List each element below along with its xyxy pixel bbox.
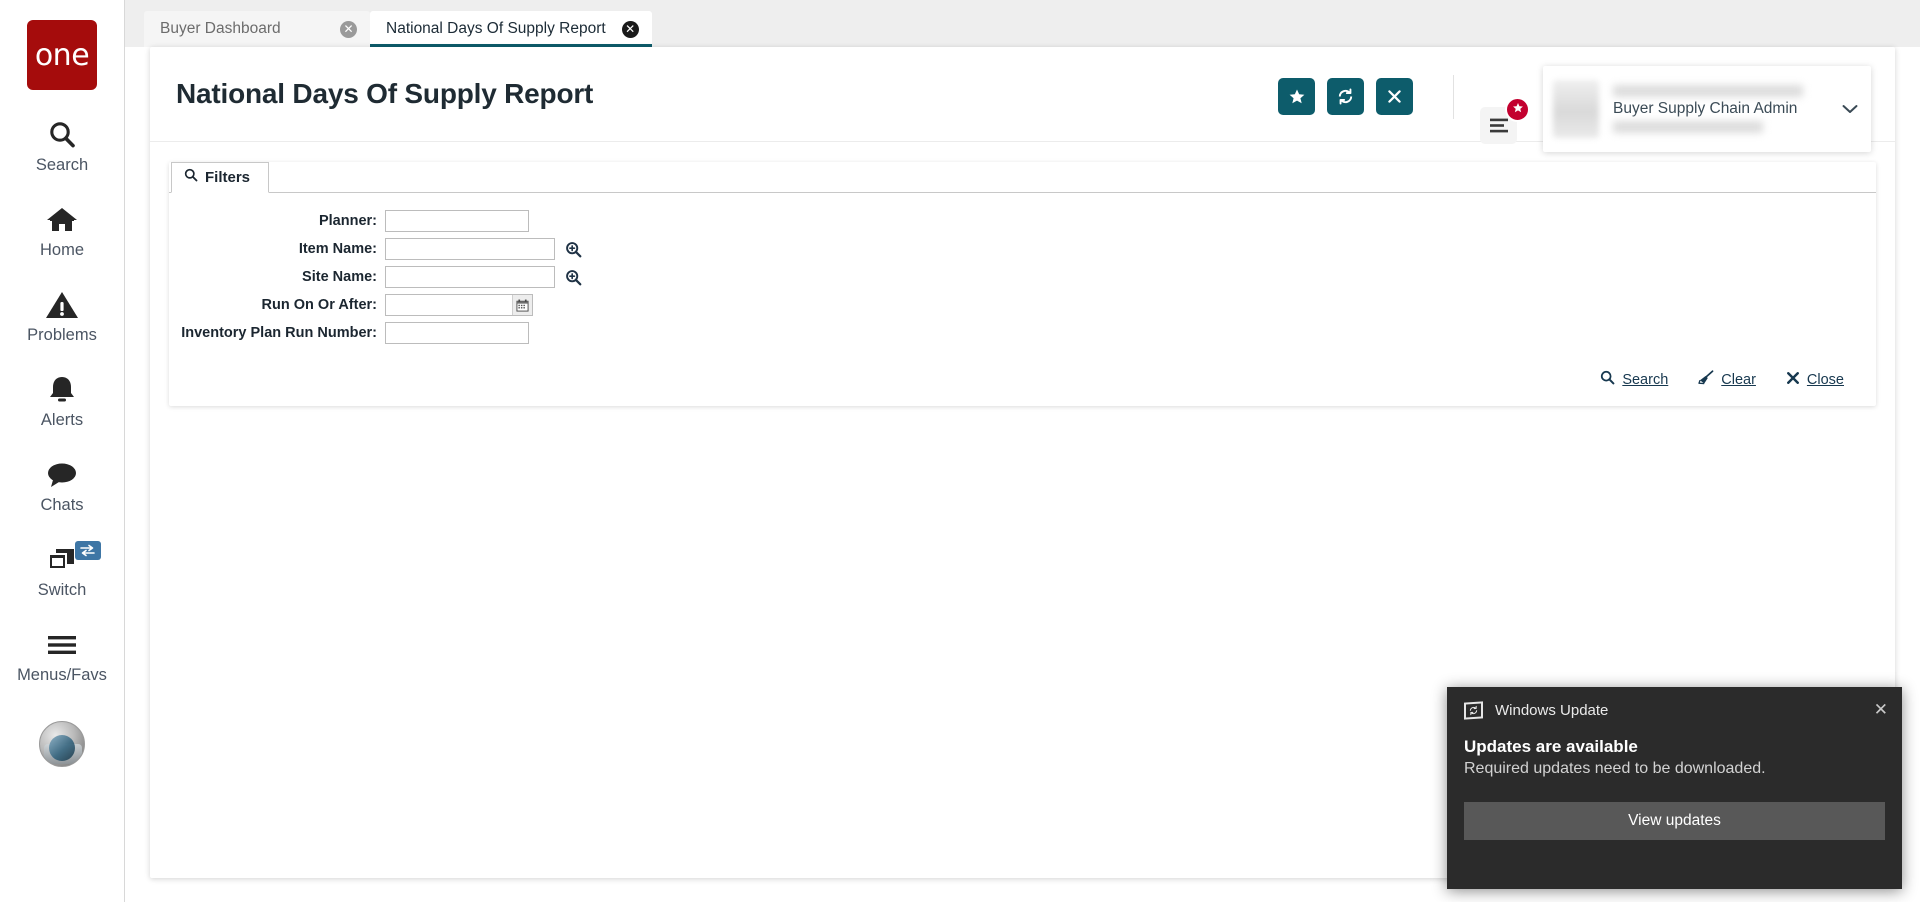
item-name-input[interactable]	[385, 238, 555, 260]
sidebar-item-chats[interactable]: Chats	[0, 456, 125, 515]
magnifier-plus-icon[interactable]	[565, 269, 582, 286]
sidebar-item-search[interactable]: Search	[0, 116, 125, 175]
field-row-run-on-or-after: Run On Or After:	[169, 294, 1876, 316]
site-name-input[interactable]	[385, 266, 555, 288]
notification-subtitle: Required updates need to be downloaded.	[1464, 760, 1766, 777]
user-account-menu[interactable]: Buyer Supply Chain Admin	[1543, 66, 1871, 152]
page-header: National Days Of Supply Report Buyer Sup…	[150, 47, 1895, 152]
run-on-or-after-input[interactable]	[385, 294, 533, 316]
star-icon	[1512, 101, 1524, 119]
label-item-name: Item Name:	[298, 241, 377, 257]
tab-label: Buyer Dashboard	[160, 20, 281, 37]
sidebar-item-menus-favs[interactable]: Menus/Favs	[0, 626, 125, 685]
logo-text: one	[34, 37, 90, 73]
field-row-item-name: Item Name:	[169, 238, 1876, 260]
browser-tab-strip: Buyer Dashboard ✕ National Days Of Suppl…	[125, 0, 1920, 47]
date-field-wrapper	[385, 294, 533, 316]
search-icon	[1600, 370, 1615, 390]
search-icon	[46, 116, 78, 154]
favorite-button[interactable]	[1278, 78, 1315, 115]
close-circle-icon[interactable]: ✕	[621, 20, 639, 38]
refresh-button[interactable]	[1327, 78, 1364, 115]
user-org-redacted	[1613, 121, 1763, 133]
label-run-on-or-after: Run On Or After:	[261, 297, 377, 313]
close-link[interactable]: Close	[1786, 371, 1844, 390]
one-network-logo[interactable]: one	[27, 20, 97, 90]
left-navigation-rail: one Search Home Problems Alerts Chats Sw…	[0, 0, 125, 902]
inventory-plan-run-number-input[interactable]	[385, 322, 529, 344]
windows-update-notification: Windows Update ✕ Updates are available R…	[1447, 687, 1902, 889]
close-icon[interactable]: ✕	[1874, 700, 1888, 720]
tab-national-days-of-supply-report[interactable]: National Days Of Supply Report ✕	[370, 11, 652, 47]
search-link[interactable]: Search	[1600, 370, 1668, 390]
broom-icon	[1698, 370, 1714, 390]
notification-app-title: Windows Update	[1495, 701, 1609, 719]
sidebar-label-problems: Problems	[27, 326, 97, 344]
swap-arrows-icon[interactable]	[74, 541, 101, 560]
field-row-site-name: Site Name:	[169, 266, 1876, 288]
avatar-shape-foreground	[49, 735, 75, 761]
sidebar-label-menus-favs: Menus/Favs	[17, 666, 107, 684]
label-planner: Planner:	[318, 213, 377, 229]
warning-triangle-icon	[45, 286, 79, 324]
sidebar-item-home[interactable]: Home	[0, 201, 125, 260]
sidebar-item-problems[interactable]: Problems	[0, 286, 125, 345]
sidebar-label-home: Home	[39, 241, 84, 259]
user-info: Buyer Supply Chain Admin	[1613, 85, 1829, 133]
calendar-icon[interactable]	[512, 295, 532, 315]
clear-link-label: Clear	[1721, 372, 1756, 388]
chat-bubble-icon	[45, 456, 79, 494]
sidebar-item-switch[interactable]: Switch	[0, 541, 125, 600]
sidebar-item-alerts[interactable]: Alerts	[0, 371, 125, 430]
tab-buyer-dashboard[interactable]: Buyer Dashboard ✕	[144, 11, 370, 47]
search-icon	[184, 168, 198, 187]
user-avatar-thumbnail[interactable]	[39, 721, 85, 767]
view-updates-button[interactable]: View updates	[1464, 802, 1885, 840]
search-link-label: Search	[1622, 372, 1669, 388]
sidebar-label-chats: Chats	[40, 496, 84, 514]
notification-header: Windows Update ✕	[1447, 687, 1902, 733]
planner-input[interactable]	[385, 210, 529, 232]
tab-filters[interactable]: Filters	[171, 162, 270, 193]
label-inventory-plan-run-number: Inventory Plan Run Number:	[181, 325, 377, 341]
home-icon	[45, 201, 79, 239]
sidebar-label-search: Search	[35, 156, 89, 174]
x-icon	[1786, 371, 1800, 390]
close-circle-icon[interactable]: ✕	[340, 20, 357, 38]
clear-link[interactable]: Clear	[1698, 370, 1756, 390]
bell-icon	[46, 371, 78, 409]
windows-update-icon	[1464, 700, 1483, 720]
field-row-planner: Planner:	[169, 210, 1876, 232]
sidebar-label-switch: Switch	[37, 581, 87, 599]
filters-tab-label: Filters	[205, 169, 251, 186]
magnifier-plus-icon[interactable]	[565, 241, 582, 258]
label-site-name: Site Name:	[302, 269, 377, 285]
close-link-label: Close	[1806, 372, 1844, 388]
hamburger-icon	[46, 626, 78, 664]
field-row-inventory-plan-run-number: Inventory Plan Run Number:	[169, 322, 1876, 344]
header-action-buttons	[1278, 78, 1413, 115]
user-name-redacted	[1613, 85, 1803, 97]
user-role-label: Buyer Supply Chain Admin	[1613, 100, 1798, 117]
filters-form: Planner: Item Name: Site Name: Run On Or…	[169, 193, 1876, 344]
page-title: National Days Of Supply Report	[176, 78, 594, 109]
filters-tab-row: Filters	[169, 162, 1876, 193]
chevron-down-icon[interactable]	[1829, 104, 1871, 114]
windows-stack-icon	[45, 541, 79, 579]
filters-action-links: Search Clear Close	[169, 350, 1876, 390]
application-window: one Search Home Problems Alerts Chats Sw…	[0, 0, 1920, 902]
favorites-badge[interactable]	[1505, 97, 1530, 122]
tab-label: National Days Of Supply Report	[386, 20, 606, 37]
header-divider	[1453, 75, 1454, 119]
filters-panel: Filters Planner: Item Name: Site Name: R…	[169, 162, 1876, 406]
close-button[interactable]	[1376, 78, 1413, 115]
avatar	[1553, 80, 1599, 138]
sidebar-label-alerts: Alerts	[40, 411, 84, 429]
notification-title: Updates are available	[1464, 737, 1638, 756]
